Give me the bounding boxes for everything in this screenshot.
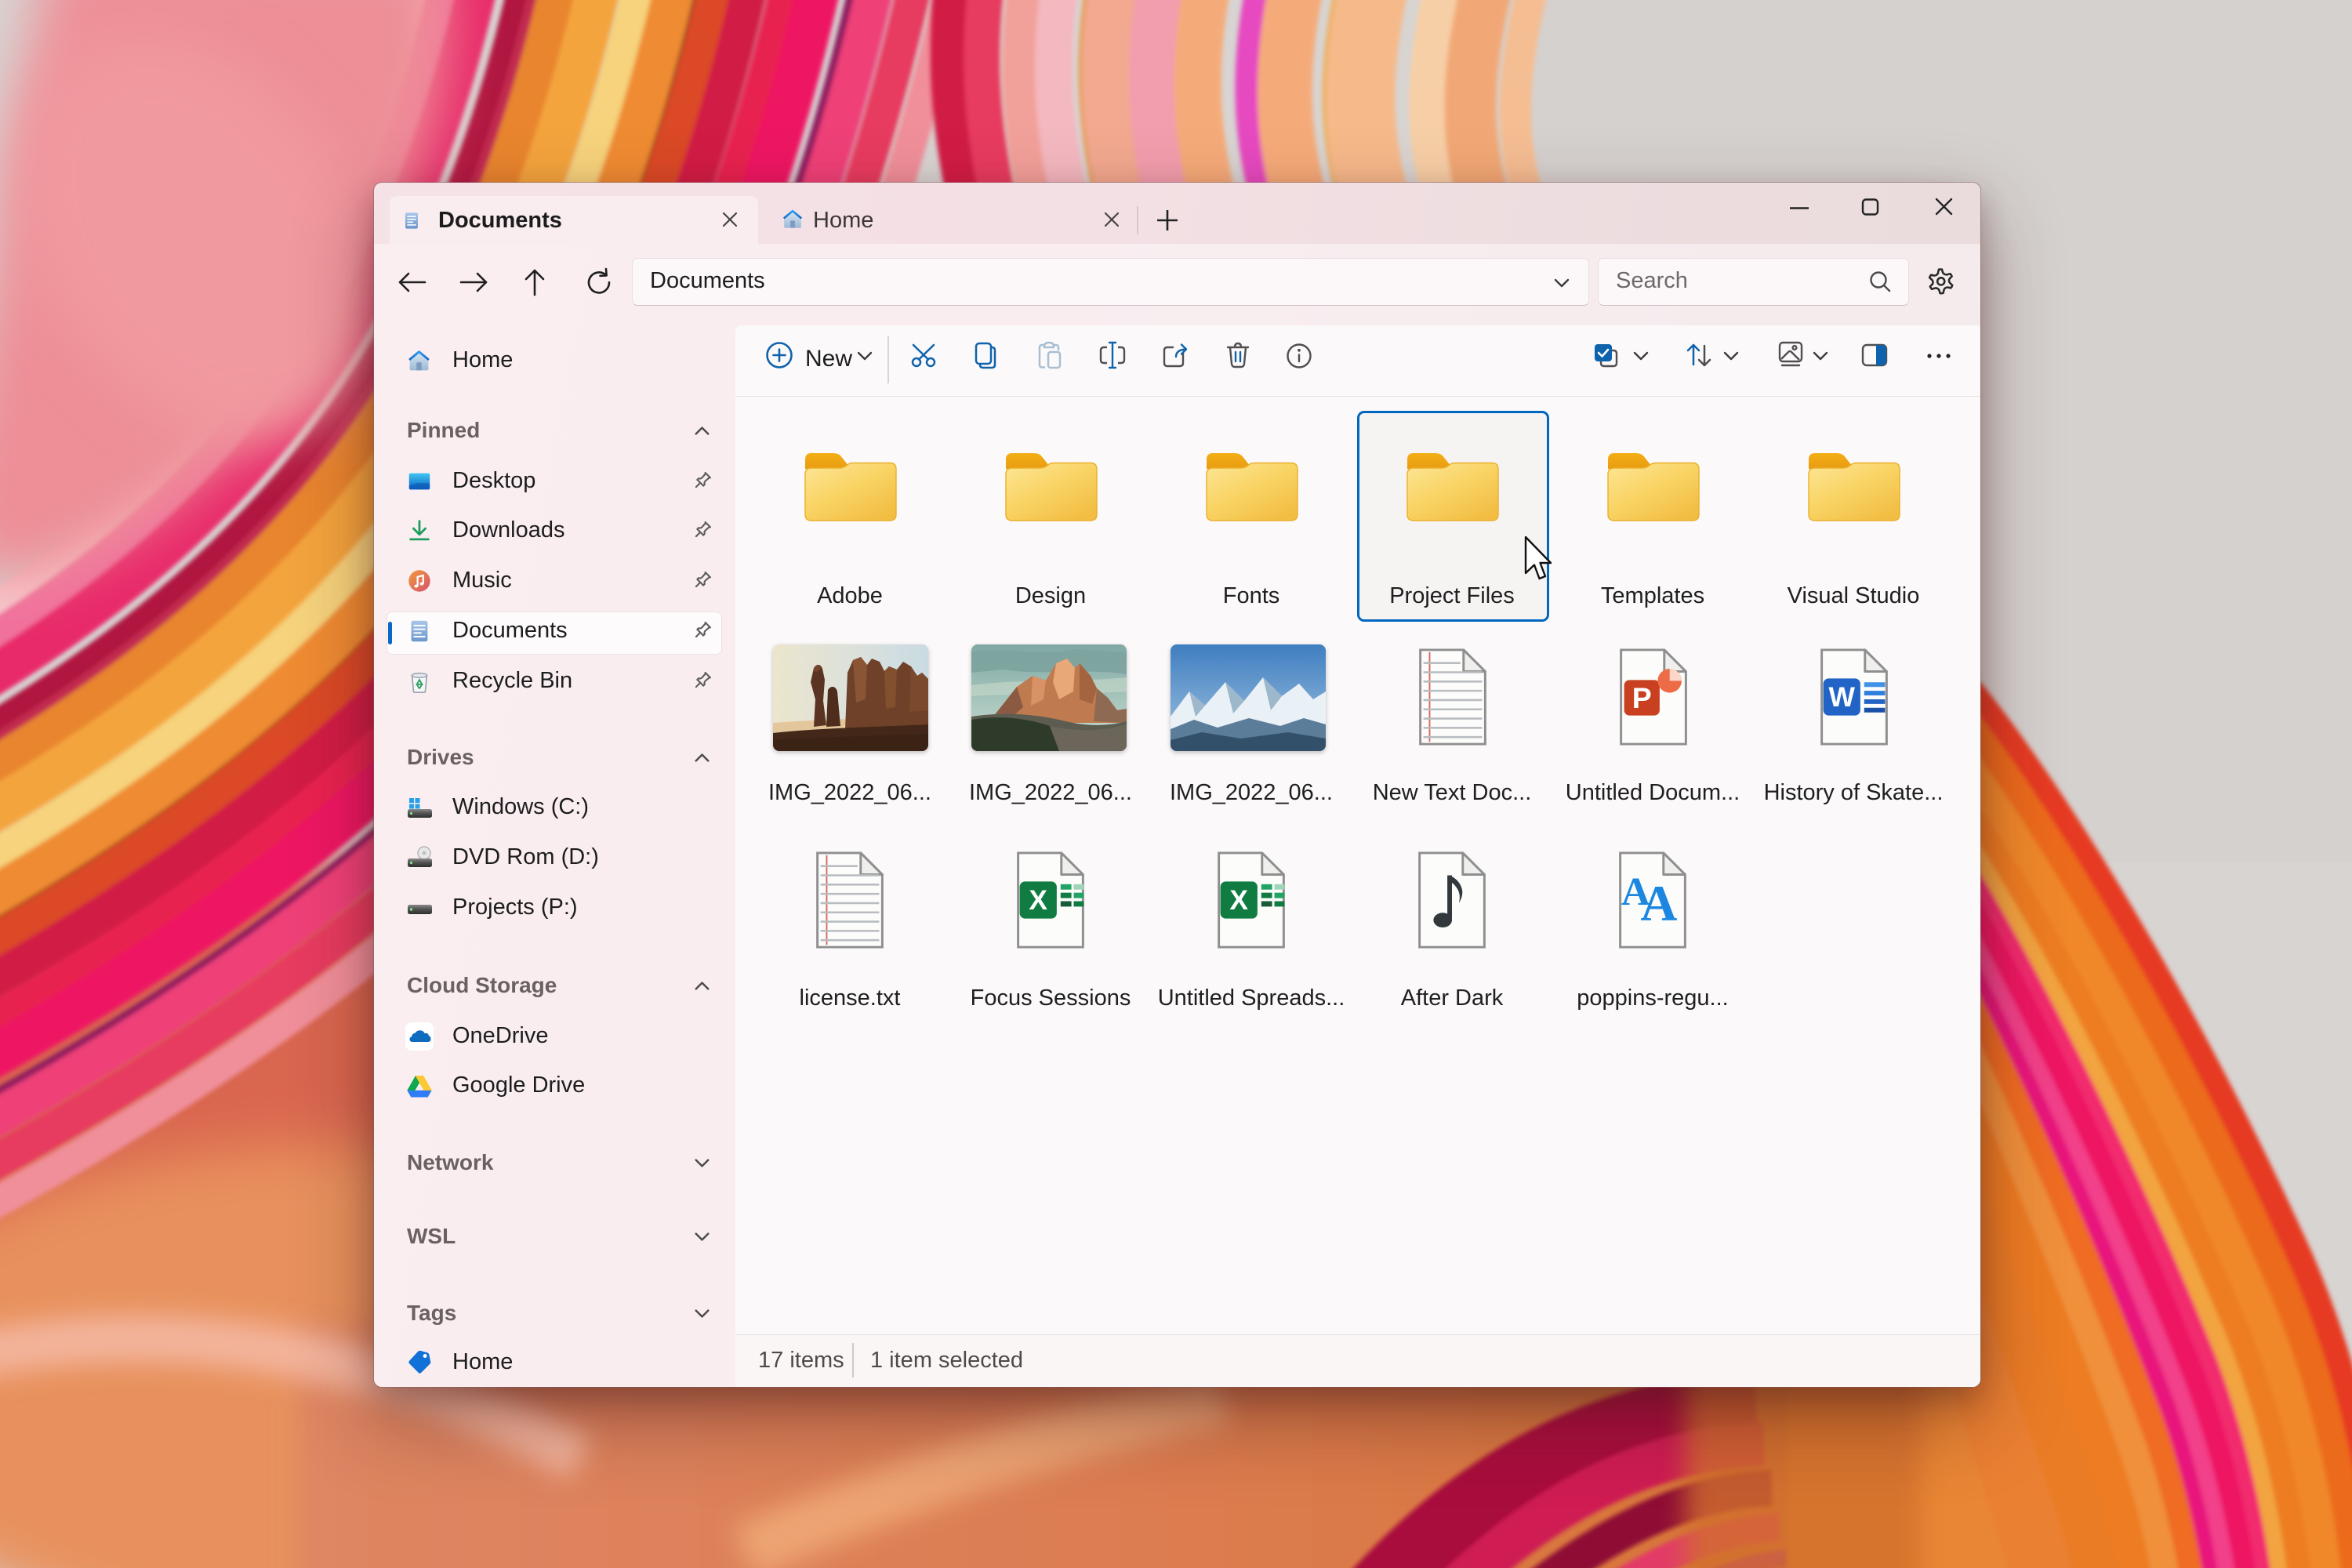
- svg-text:X: X: [1029, 884, 1047, 916]
- svg-text:A: A: [1640, 876, 1677, 932]
- svg-text:W: W: [1829, 681, 1856, 713]
- svg-text:P: P: [1632, 681, 1652, 714]
- svg-text:X: X: [1229, 884, 1248, 916]
